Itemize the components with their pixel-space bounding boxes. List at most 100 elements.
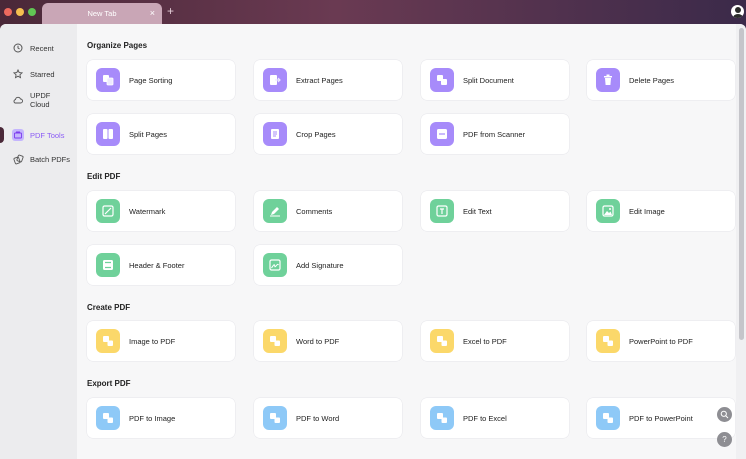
sidebar-item-batch-pdfs[interactable]: Batch PDFs bbox=[8, 150, 72, 168]
watermark-icon bbox=[96, 199, 120, 223]
tool-label: Word to PDF bbox=[296, 336, 340, 346]
title-bar: New Tab × + bbox=[0, 0, 746, 24]
batch-icon bbox=[12, 153, 24, 165]
tool-label: Excel to PDF bbox=[463, 336, 507, 346]
tool-delete-pages[interactable]: Delete Pages bbox=[587, 60, 735, 100]
zoom-window-button[interactable] bbox=[28, 8, 36, 16]
cloud-icon bbox=[12, 94, 24, 106]
tool-edit-text[interactable]: Edit Text bbox=[421, 191, 569, 231]
tool-label: Page Sorting bbox=[129, 75, 173, 85]
pdf-to-image-icon bbox=[96, 406, 120, 430]
tool-label: PDF from Scanner bbox=[463, 129, 526, 139]
tool-crop-pages[interactable]: Crop Pages bbox=[254, 114, 402, 154]
scrollbar-thumb[interactable] bbox=[739, 28, 744, 340]
tool-label: PDF to PowerPoint bbox=[629, 413, 693, 423]
tool-label: Watermark bbox=[129, 206, 166, 216]
tool-split-document[interactable]: Split Document bbox=[421, 60, 569, 100]
tool-page-sorting[interactable]: Page Sorting bbox=[87, 60, 235, 100]
tool-word-to-pdf[interactable]: Word to PDF bbox=[254, 321, 402, 361]
tool-add-signature[interactable]: Add Signature bbox=[254, 245, 402, 285]
sidebar-item-label: Starred bbox=[30, 69, 55, 79]
tool-label: Add Signature bbox=[296, 260, 344, 270]
tool-pdf-to-powerpoint[interactable]: PDF to PowerPoint bbox=[587, 398, 735, 438]
sidebar-item-recent[interactable]: Recent bbox=[8, 39, 72, 57]
close-window-button[interactable] bbox=[4, 8, 12, 16]
tool-label: Split Document bbox=[463, 75, 514, 85]
tool-pdf-from-scanner[interactable]: PDF from Scanner bbox=[421, 114, 569, 154]
tool-label: Split Pages bbox=[129, 129, 167, 139]
sidebar-item-updf-cloud[interactable]: UPDF Cloud bbox=[8, 91, 72, 109]
highlighter-icon bbox=[263, 199, 287, 223]
tool-pdf-to-image[interactable]: PDF to Image bbox=[87, 398, 235, 438]
tool-excel-to-pdf[interactable]: Excel to PDF bbox=[421, 321, 569, 361]
header-footer-icon bbox=[96, 253, 120, 277]
new-tab-button[interactable]: + bbox=[167, 5, 174, 17]
pdf-to-word-icon bbox=[263, 406, 287, 430]
clock-icon bbox=[12, 42, 24, 54]
tool-header-footer[interactable]: Header & Footer bbox=[87, 245, 235, 285]
tab-new-tab[interactable]: New Tab × bbox=[42, 3, 162, 24]
pdf-to-powerpoint-icon bbox=[596, 406, 620, 430]
tab-close-icon[interactable]: × bbox=[150, 8, 155, 18]
sidebar-item-pdf-tools[interactable]: PDF Tools bbox=[8, 126, 72, 144]
sidebar: Recent Starred UPDF Cloud PDF Tools Batc… bbox=[0, 24, 77, 459]
tool-label: Header & Footer bbox=[129, 260, 185, 270]
tool-pdf-to-word[interactable]: PDF to Word bbox=[254, 398, 402, 438]
search-button[interactable] bbox=[717, 407, 732, 422]
section-title-organize: Organize Pages bbox=[87, 41, 148, 50]
section-title-create: Create PDF bbox=[87, 303, 131, 312]
sidebar-item-label: Batch PDFs bbox=[30, 154, 71, 164]
sidebar-item-label: UPDF Cloud bbox=[29, 91, 51, 109]
trash-icon bbox=[596, 68, 620, 92]
tool-label: Edit Text bbox=[463, 206, 492, 216]
tool-pdf-to-excel[interactable]: PDF to Excel bbox=[421, 398, 569, 438]
tab-title: New Tab bbox=[87, 9, 117, 18]
star-icon bbox=[12, 68, 24, 80]
tool-comments[interactable]: Comments bbox=[254, 191, 402, 231]
extract-pages-icon bbox=[263, 68, 287, 92]
excel-to-pdf-icon bbox=[430, 329, 454, 353]
user-avatar-icon[interactable] bbox=[731, 5, 744, 18]
sidebar-item-label: PDF Tools bbox=[30, 130, 65, 140]
app-window: Recent Starred UPDF Cloud PDF Tools Batc… bbox=[0, 24, 746, 459]
split-document-icon bbox=[430, 68, 454, 92]
section-title-export: Export PDF bbox=[87, 379, 131, 388]
help-icon: ? bbox=[722, 435, 727, 444]
scanner-icon bbox=[430, 122, 454, 146]
crop-pages-icon bbox=[263, 122, 287, 146]
tool-label: Extract Pages bbox=[296, 75, 343, 85]
tool-label: Delete Pages bbox=[629, 75, 675, 85]
tool-label: PDF to Word bbox=[296, 413, 340, 423]
tool-label: Comments bbox=[296, 206, 333, 216]
pdf-to-excel-icon bbox=[430, 406, 454, 430]
tool-image-to-pdf[interactable]: Image to PDF bbox=[87, 321, 235, 361]
main-content: Organize Pages Page Sorting Extract Page… bbox=[77, 24, 736, 459]
tool-edit-image[interactable]: Edit Image bbox=[587, 191, 735, 231]
tool-label: PowerPoint to PDF bbox=[629, 336, 693, 346]
tool-powerpoint-to-pdf[interactable]: PowerPoint to PDF bbox=[587, 321, 735, 361]
split-pages-icon bbox=[96, 122, 120, 146]
toolbox-icon bbox=[12, 129, 24, 141]
tool-label: PDF to Excel bbox=[463, 413, 507, 423]
image-to-pdf-icon bbox=[96, 329, 120, 353]
sidebar-item-label: Recent bbox=[30, 43, 54, 53]
edit-text-icon bbox=[430, 199, 454, 223]
tool-label: Crop Pages bbox=[296, 129, 336, 139]
tool-extract-pages[interactable]: Extract Pages bbox=[254, 60, 402, 100]
help-button[interactable]: ? bbox=[717, 432, 732, 447]
tool-label: PDF to Image bbox=[129, 413, 176, 423]
sidebar-item-starred[interactable]: Starred bbox=[8, 65, 72, 83]
page-sorting-icon bbox=[96, 68, 120, 92]
active-indicator bbox=[0, 127, 4, 143]
image-icon bbox=[596, 199, 620, 223]
scrollbar[interactable] bbox=[736, 24, 746, 459]
word-to-pdf-icon bbox=[263, 329, 287, 353]
search-icon bbox=[720, 410, 729, 419]
powerpoint-to-pdf-icon bbox=[596, 329, 620, 353]
tool-label: Edit Image bbox=[629, 206, 665, 216]
tool-split-pages[interactable]: Split Pages bbox=[87, 114, 235, 154]
minimize-window-button[interactable] bbox=[16, 8, 24, 16]
signature-icon bbox=[263, 253, 287, 277]
tool-label: Image to PDF bbox=[129, 336, 176, 346]
tool-watermark[interactable]: Watermark bbox=[87, 191, 235, 231]
